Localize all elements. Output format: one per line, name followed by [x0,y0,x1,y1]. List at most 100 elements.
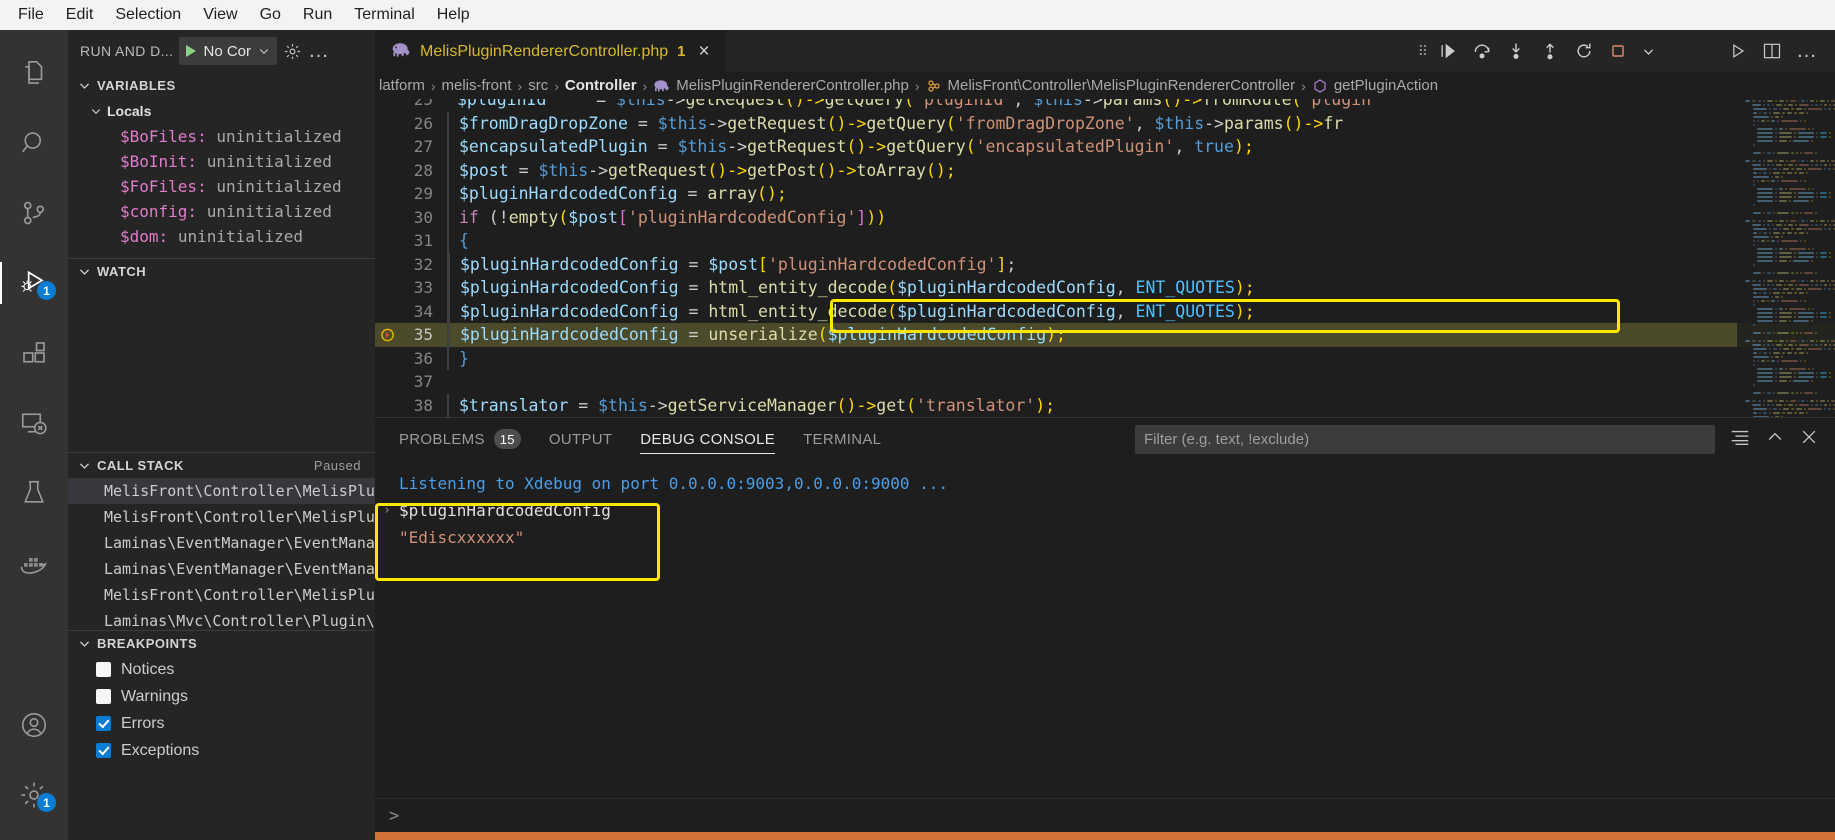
line-number[interactable]: 32 [375,255,447,274]
section-header-callstack[interactable]: CALL STACK Paused [68,452,375,478]
breadcrumb-item-controller[interactable]: Controller [565,77,637,94]
chevron-right-icon[interactable]: › [383,503,391,518]
code-text[interactable]: $fromDragDropZone = $this->getRequest()-… [449,114,1343,133]
code-line[interactable]: 38 $translator = $this->getServiceManager… [375,393,1835,417]
code-text[interactable]: if (!empty($post['pluginHardcodedConfig'… [449,208,886,227]
section-header-watch[interactable]: WATCH [68,258,375,284]
section-header-variables[interactable]: VARIABLES [68,72,375,98]
code-line[interactable]: 37 [375,370,1835,394]
checkbox[interactable] [96,743,111,758]
editor-tab[interactable]: MelisPluginRendererController.php 1 × [375,30,726,72]
minimap[interactable] [1737,99,1835,417]
debug-console-input[interactable]: > [375,798,1835,832]
code-text[interactable]: $pluginHardcodedConfig = html_entity_dec… [450,302,1255,321]
line-number[interactable]: 26 [375,114,447,133]
code-text[interactable]: $post = $this->getRequest()->getPost()->… [449,161,956,180]
callstack-row[interactable]: MelisFront\Controller\MelisPluginRe [68,478,375,504]
debug-configuration-dropdown[interactable]: No Cor [179,37,277,65]
code-line[interactable]: 25 $pluginId = $this->getRequest()->getQu… [375,99,1835,112]
watch-list[interactable] [68,284,375,452]
checkbox[interactable] [96,716,111,731]
callstack-row[interactable]: MelisFront\Controller\MelisPluginRe [68,504,375,530]
code-text[interactable]: $pluginHardcodedConfig = unserialize($pl… [450,325,1066,344]
menu-item-view[interactable]: View [193,3,247,27]
code-line[interactable]: 35 $pluginHardcodedConfig = unserialize($… [375,323,1835,347]
run-python-icon[interactable] [1722,37,1754,65]
code-line[interactable]: 31 { [375,229,1835,253]
menu-item-edit[interactable]: Edit [56,3,104,27]
tab-output[interactable]: OUTPUT [549,418,612,460]
step-over-icon[interactable] [1466,38,1498,64]
line-number[interactable]: 33 [375,278,447,297]
code-text[interactable]: $pluginHardcodedConfig = array(); [449,184,787,203]
checkbox[interactable] [96,689,111,704]
code-line[interactable]: 32 $pluginHardcodedConfig = $post['plugin… [375,252,1835,276]
callstack-list[interactable]: MelisFront\Controller\MelisPluginRe Meli… [68,478,375,630]
split-editor-icon[interactable] [1756,37,1788,65]
code-line[interactable]: 27 $encapsulatedPlugin = $this->getReques… [375,135,1835,159]
code-text[interactable]: { [449,231,469,250]
source-control-icon[interactable] [0,178,68,248]
close-icon[interactable]: × [694,40,713,63]
stop-icon[interactable] [1602,38,1634,64]
variable-row[interactable]: $config: uninitialized [68,199,375,224]
code-line[interactable]: 28 $post = $this->getRequest()->getPost()… [375,158,1835,182]
testing-icon[interactable] [0,458,68,528]
search-icon[interactable] [0,108,68,178]
chevron-down-icon[interactable] [1636,42,1661,61]
filter-input[interactable] [1144,430,1706,448]
variable-row[interactable]: $dom: uninitialized [68,224,375,249]
more-actions-icon[interactable]: … [1790,40,1823,61]
breadcrumb-item-class[interactable]: MelisFront\Controller\MelisPluginRendere… [948,77,1296,94]
breadcrumb-item-platform[interactable]: latform [379,77,425,94]
code-line[interactable]: 34 $pluginHardcodedConfig = html_entity_d… [375,299,1835,323]
code-line[interactable]: 30 if (!empty($post['pluginHardcodedConfi… [375,205,1835,229]
docker-icon[interactable] [0,528,68,598]
variables-tree[interactable]: Locals $BoFiles: uninitialized $BoInit: … [68,98,375,258]
line-number[interactable]: 25 [375,99,447,109]
breadcrumb-item-method[interactable]: getPluginAction [1334,77,1438,94]
tab-problems[interactable]: PROBLEMS 15 [399,418,521,460]
breakpoint-row-notices[interactable]: Notices [68,656,375,683]
code-text[interactable]: } [449,349,469,368]
line-number[interactable]: 34 [375,302,447,321]
tab-terminal[interactable]: TERMINAL [803,418,881,460]
continue-icon[interactable] [1432,38,1464,64]
callstack-row[interactable]: Laminas\EventManager\EventManager-> [68,530,375,556]
breakpoint-row-errors[interactable]: Errors [68,710,375,737]
extensions-icon[interactable] [0,318,68,388]
menu-item-terminal[interactable]: Terminal [344,3,424,27]
clear-console-icon[interactable] [1729,426,1751,453]
checkbox[interactable] [96,662,111,677]
code-line[interactable]: 26 $fromDragDropZone = $this->getRequest(… [375,111,1835,135]
gear-icon[interactable] [283,42,302,61]
callstack-row[interactable]: Laminas\Mvc\Controller\Plugin\Forw [68,608,375,630]
line-number[interactable]: 31 [375,231,447,250]
variable-row[interactable]: $BoFiles: uninitialized [68,124,375,149]
status-bar[interactable] [375,832,1835,840]
code-text[interactable]: $pluginHardcodedConfig = html_entity_dec… [450,278,1255,297]
code-text[interactable]: $pluginHardcodedConfig = $post['pluginHa… [450,255,1016,274]
code-line[interactable]: 29 $pluginHardcodedConfig = array(); [375,182,1835,206]
line-number[interactable]: 36 [375,349,447,368]
start-debugging-icon[interactable] [186,45,197,57]
remote-explorer-icon[interactable] [0,388,68,458]
console-line-expandable[interactable]: › $pluginHardcodedConfig [383,497,1835,524]
line-number[interactable]: 38 [375,396,447,415]
line-number[interactable]: 27 [375,137,447,156]
section-header-breakpoints[interactable]: BREAKPOINTS [68,630,375,656]
code-line[interactable]: 36} [375,346,1835,370]
breadcrumb-item-melis-front[interactable]: melis-front [442,77,512,94]
menu-item-go[interactable]: Go [250,3,291,27]
menu-item-selection[interactable]: Selection [105,3,191,27]
accounts-icon[interactable] [0,690,68,760]
filter-box[interactable] [1135,424,1715,454]
variable-row[interactable]: $FoFiles: uninitialized [68,174,375,199]
code-text[interactable]: $translator = $this->getServiceManager()… [449,396,1055,415]
callstack-row[interactable]: MelisFront\Controller\MelisPluginRe [68,582,375,608]
menu-item-run[interactable]: Run [293,3,342,27]
breakpoint-current-line-icon[interactable] [381,327,396,342]
restart-icon[interactable] [1568,38,1600,64]
code-lines[interactable]: 25 $pluginId = $this->getRequest()->getQu… [375,99,1835,417]
code-editor[interactable]: 25 $pluginId = $this->getRequest()->getQu… [375,99,1835,417]
